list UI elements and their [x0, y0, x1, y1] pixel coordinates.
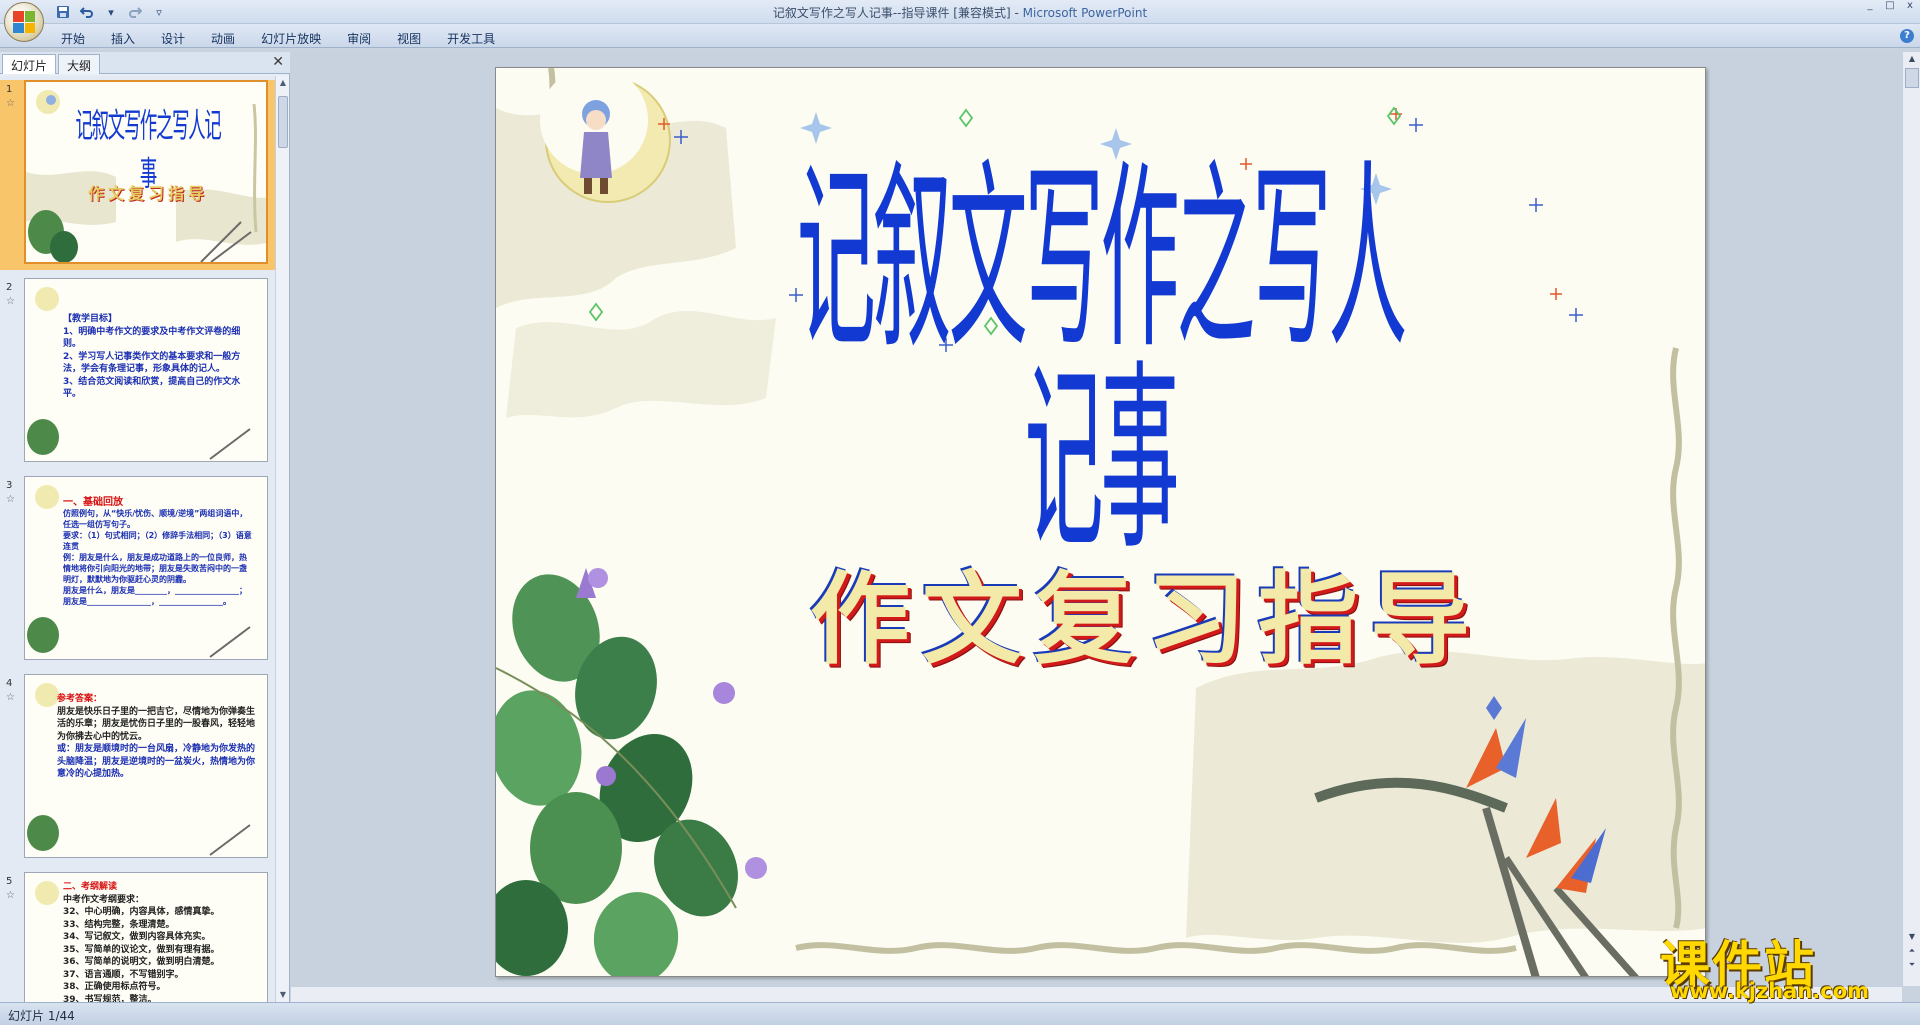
slides-pane: 幻灯片 大纲 ✕ 1 ☆ 记叙文写作之写人记事 作文复习指导 2 ☆ 【教学目标…	[0, 52, 290, 1002]
window-controls: _ □ x	[1860, 0, 1920, 14]
pane-tabs: 幻灯片 大纲 ✕	[0, 52, 290, 74]
thumbnail-heading: 一、基础回放	[63, 497, 123, 508]
thumbnail-line: 1、明确中考作文的要求及中考作文评卷的细则。	[63, 326, 241, 350]
title-separator: -	[1014, 6, 1023, 20]
tab-outline[interactable]: 大纲	[58, 54, 101, 74]
thumbnail-line: 39、书写规范，整洁。	[63, 994, 157, 1003]
status-bar: 幻灯片 1/44	[0, 1002, 1920, 1025]
office-button[interactable]	[4, 2, 44, 42]
thumbnail-body: 【教学目标】 1、明确中考作文的要求及中考作文评卷的细则。 2、学习写人记事类作…	[63, 313, 253, 401]
slide-canvas[interactable]: 记叙文写作之写人记事 作文复习指导	[495, 67, 1706, 977]
thumbnail-line: 要求：（1）句式相同；（2）修辞手法相同；（3）语意连贯	[63, 531, 252, 551]
next-slide-icon[interactable]: ⏷	[1903, 958, 1920, 972]
tab-slides[interactable]: 幻灯片	[2, 54, 57, 74]
restore-button[interactable]: □	[1880, 0, 1900, 14]
thumbnail-line: 朋友是快乐日子里的一把吉它，尽情地为你弹奏生活的乐章；朋友是忧伤日子里的一股春风…	[57, 706, 256, 742]
thumbnail-line: 3、结合范文阅读和欣赏，提高自己的作文水平。	[63, 376, 241, 400]
ribbon-tabs: 开始 插入 设计 动画 幻灯片放映 审阅 视图 开发工具	[48, 28, 508, 49]
thumbnail-line: 37、语言通顺，不写错别字。	[63, 969, 184, 980]
slide-scrollbar[interactable]: ▲ ▼ ⏶ ⏷	[1902, 52, 1920, 986]
thumbnail-subtitle: 作文复习指导	[87, 184, 208, 203]
slide-thumbnail-4[interactable]: 4 ☆ 参考答案： 朋友是快乐日子里的一把吉它，尽情地为你弹奏生活的乐章；朋友是…	[0, 674, 276, 864]
thumbnail-frame: 记叙文写作之写人记事 作文复习指导	[24, 80, 268, 264]
thumbnail-line: 32、中心明确，内容具体，感情真挚。	[63, 907, 220, 917]
slide-subtitle[interactable]: 作文复习指导	[796, 538, 1496, 683]
help-icon[interactable]: ?	[1900, 29, 1914, 43]
tab-developer[interactable]: 开发工具	[434, 28, 508, 49]
slide-number: 4	[6, 678, 13, 689]
thumbnail-line: 【教学目标】	[63, 314, 118, 324]
scrollbar-thumb[interactable]	[278, 96, 288, 148]
thumbnail-body: 参考答案： 朋友是快乐日子里的一把吉它，尽情地为你弹奏生活的乐章；朋友是忧伤日子…	[57, 693, 257, 781]
slide-number: 1	[6, 84, 13, 95]
watermark-logo: 课件站 www.kjzhan.com	[1660, 925, 1890, 1003]
thumbnail-scrollbar[interactable]: ▲ ▼	[275, 76, 289, 1002]
window-title: 记叙文写作之写人记事--指导课件 [兼容模式] - Microsoft Powe…	[0, 4, 1920, 21]
scrollbar-thumb[interactable]	[1905, 68, 1919, 88]
thumbnail-line: 34、写记叙文，做到内容具体充实。	[63, 932, 211, 942]
slide-thumbnail-2[interactable]: 2 ☆ 【教学目标】 1、明确中考作文的要求及中考作文评卷的细则。 2、学习写人…	[0, 278, 276, 468]
thumbnail-line: 朋友是________________，________________。	[63, 597, 231, 606]
slide-title[interactable]: 记叙文写作之写人记事	[786, 159, 1415, 560]
animation-star-icon: ☆	[6, 890, 15, 901]
animation-star-icon: ☆	[6, 494, 15, 505]
thumbnail-body: 二、考纲解读 中考作文考纲要求： 32、中心明确，内容具体，感情真挚。 33、结…	[63, 881, 259, 1002]
thumbnail-heading: 参考答案：	[57, 694, 103, 704]
slide-thumbnail-5[interactable]: 5 ☆ 二、考纲解读 中考作文考纲要求： 32、中心明确，内容具体，感情真挚。 …	[0, 872, 276, 1002]
title-bar: ▾ ▿ 记叙文写作之写人记事--指导课件 [兼容模式] - Microsoft …	[0, 0, 1920, 24]
thumbnail-line: 38、正确使用标点符号。	[63, 982, 166, 992]
thumbnail-heading: 二、考纲解读	[63, 882, 118, 892]
scroll-up-icon[interactable]: ▲	[276, 76, 290, 90]
ribbon-tab-bar: 开始 插入 设计 动画 幻灯片放映 审阅 视图 开发工具 ?	[0, 24, 1920, 48]
thumbnail-line: 2、学习写人记事类作文的基本要求和一般方法，学会有条理记事，形象具体的记人。	[63, 351, 241, 375]
tab-insert[interactable]: 插入	[98, 28, 148, 49]
tab-slideshow[interactable]: 幻灯片放映	[248, 28, 334, 49]
thumbnail-frame: 【教学目标】 1、明确中考作文的要求及中考作文评卷的细则。 2、学习写人记事类作…	[24, 278, 268, 462]
tab-review[interactable]: 审阅	[334, 28, 384, 49]
animation-star-icon: ☆	[6, 692, 15, 703]
app-name: Microsoft PowerPoint	[1022, 6, 1148, 20]
office-logo-icon	[13, 11, 35, 33]
thumbnail-line: 中考作文考纲要求：	[63, 894, 145, 905]
thumbnail-line: 35、写简单的议论文，做到有理有据。	[63, 944, 220, 955]
close-pane-icon[interactable]: ✕	[272, 54, 284, 70]
thumbnail-frame: 一、基础回放 仿照例句，从“快乐/忧伤、顺境/逆境”两组词语中，任选一组仿写句子…	[24, 476, 268, 660]
powerpoint-window: ▾ ▿ 记叙文写作之写人记事--指导课件 [兼容模式] - Microsoft …	[0, 0, 1920, 1025]
slide-counter: 幻灯片 1/44	[8, 1009, 75, 1023]
animation-star-icon: ☆	[6, 296, 15, 307]
thumbnail-body: 一、基础回放 仿照例句，从“快乐/忧伤、顺境/逆境”两组词语中，任选一组仿写句子…	[63, 497, 253, 607]
thumbnail-line: 朋友是什么，朋友是________，________________；	[63, 586, 247, 595]
document-name: 记叙文写作之写人记事--指导课件 [兼容模式]	[772, 6, 1011, 20]
thumbnail-frame: 参考答案： 朋友是快乐日子里的一把吉它，尽情地为你弹奏生活的乐章；朋友是忧伤日子…	[24, 674, 268, 858]
thumbnail-line: 仿照例句，从“快乐/忧伤、顺境/逆境”两组词语中，任选一组仿写句子。	[63, 509, 248, 529]
slide-thumbnail-3[interactable]: 3 ☆ 一、基础回放 仿照例句，从“快乐/忧伤、顺境/逆境”两组词语中，任选一组…	[0, 476, 276, 666]
slide-thumbnail-list: 1 ☆ 记叙文写作之写人记事 作文复习指导 2 ☆ 【教学目标】 1、明确中考作…	[0, 76, 276, 1002]
thumbnail-line: 或：朋友是顺境时的一台风扇，冷静地为你发热的头脑降温；朋友是逆境时的一盆炭火，热…	[57, 744, 256, 779]
thumbnail-line: 例：朋友是什么，朋友是成功道路上的一位良师，热情地将你引向阳光的地带；朋友是失败…	[63, 553, 247, 584]
tab-view[interactable]: 视图	[384, 28, 434, 49]
scroll-down-icon[interactable]: ▼	[1903, 930, 1920, 944]
thumbnail-line: 33、结构完整，条理清楚。	[63, 919, 175, 930]
watermark-url: www.kjzhan.com	[1670, 979, 1870, 1003]
slide-thumbnail-1[interactable]: 1 ☆ 记叙文写作之写人记事 作文复习指导	[0, 80, 276, 270]
tab-home[interactable]: 开始	[48, 28, 98, 49]
close-button[interactable]: x	[1900, 0, 1920, 14]
slide-number: 2	[6, 282, 13, 293]
tab-animations[interactable]: 动画	[198, 28, 248, 49]
minimize-button[interactable]: _	[1860, 0, 1880, 14]
thumbnail-line: 36、写简单的说明文，做到明白清楚。	[63, 957, 220, 967]
slide-number: 5	[6, 876, 13, 887]
animation-star-icon: ☆	[6, 98, 15, 109]
scroll-down-icon[interactable]: ▼	[276, 988, 290, 1002]
slide-number: 3	[6, 480, 13, 491]
tab-design[interactable]: 设计	[148, 28, 198, 49]
previous-slide-icon[interactable]: ⏶	[1903, 944, 1920, 958]
thumbnail-frame: 二、考纲解读 中考作文考纲要求： 32、中心明确，内容具体，感情真挚。 33、结…	[24, 872, 268, 1002]
scroll-up-icon[interactable]: ▲	[1903, 52, 1920, 66]
